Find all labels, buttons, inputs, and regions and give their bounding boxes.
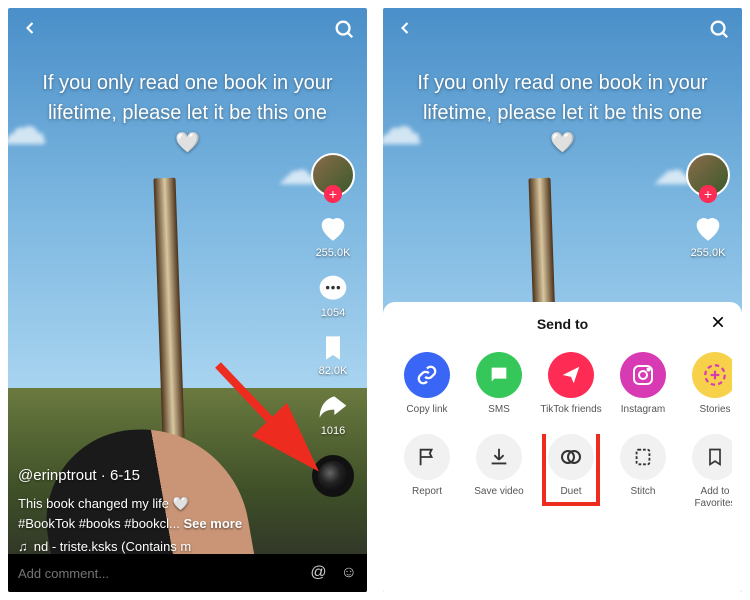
music-note-icon: ♫ (18, 539, 28, 554)
username[interactable]: @erinptrout (18, 467, 97, 484)
creator-avatar[interactable]: + (311, 153, 355, 197)
share-targets-row: Copy link SMS TikTok friends Instagram Stori… (393, 352, 732, 416)
close-icon[interactable] (710, 314, 726, 335)
share-sheet-screen: ☁ ☁ If you only read one book in your li… (383, 8, 742, 592)
sheet-header: Send to (393, 316, 732, 332)
top-bar (383, 14, 742, 49)
action-item-stitch[interactable]: Stitch (609, 434, 677, 510)
share-item-tiktok-friends[interactable]: TikTok friends (537, 352, 605, 416)
comments-button[interactable]: 1054 (317, 273, 349, 319)
share-item-instagram[interactable]: Instagram (609, 352, 677, 416)
heart-icon (691, 211, 725, 245)
like-button[interactable]: 255.0K (316, 211, 351, 259)
sound-title: nd - triste.ksks (Contains m (34, 539, 192, 554)
comment-input[interactable] (18, 566, 310, 581)
video-screen-left: ☁ ☁ If you only read one book in your li… (8, 8, 367, 592)
like-button[interactable]: 255.0K (691, 211, 726, 259)
video-caption-overlay: If you only read one book in your lifeti… (383, 68, 742, 158)
action-item-add-to-favorites[interactable]: Add to Favorites (681, 434, 732, 510)
creator-avatar[interactable]: + (686, 153, 730, 197)
like-count: 255.0K (691, 247, 726, 259)
video-caption-overlay: If you only read one book in your lifeti… (8, 68, 367, 158)
instagram-icon (620, 352, 666, 398)
follow-plus-icon[interactable]: + (699, 185, 717, 203)
share-icon (317, 391, 349, 423)
share-actions-row: Report Save video Duet Stitch Add to Favorit… (393, 434, 732, 510)
action-item-save-video[interactable]: Save video (465, 434, 533, 510)
action-label: Add to Favorites (681, 486, 732, 510)
see-more-button[interactable]: See more (184, 516, 243, 531)
search-icon[interactable] (708, 18, 730, 45)
top-bar (8, 14, 367, 49)
share-label: Copy link (406, 404, 447, 416)
action-label: Duet (560, 486, 581, 498)
share-item-copy-link[interactable]: Copy link (393, 352, 461, 416)
description-line: #BookTok #books #bookcl... (18, 516, 180, 531)
action-sidebar: + 255.0K (682, 153, 734, 259)
comment-icon (317, 273, 349, 305)
description-line: This book changed my life 🤍 (18, 496, 189, 511)
share-sheet: Send to Copy link SMS TikTok friends Instag… (383, 302, 742, 592)
like-count: 255.0K (316, 247, 351, 259)
bookmark-count: 82.0K (319, 365, 348, 377)
download-icon (476, 434, 522, 480)
action-item-duet[interactable]: Duet (537, 434, 605, 510)
action-label: Report (412, 486, 442, 498)
comment-count: 1054 (321, 307, 345, 319)
share-button[interactable]: 1016 (317, 391, 349, 437)
sms-icon (476, 352, 522, 398)
action-sidebar: + 255.0K 1054 82.0K 1016 (307, 153, 359, 497)
action-label: Stitch (630, 486, 655, 498)
share-item-sms[interactable]: SMS (465, 352, 533, 416)
back-icon[interactable] (395, 18, 415, 45)
share-label: SMS (488, 404, 510, 416)
action-item-report[interactable]: Report (393, 434, 461, 510)
share-label: Instagram (621, 404, 665, 416)
sheet-title: Send to (537, 316, 588, 332)
stitch-icon (620, 434, 666, 480)
stories-icon (692, 352, 732, 398)
search-icon[interactable] (333, 18, 355, 45)
sound-disc[interactable] (312, 455, 354, 497)
send-icon (548, 352, 594, 398)
bookmark-button[interactable]: 82.0K (319, 333, 348, 377)
heart-icon (316, 211, 350, 245)
share-count: 1016 (321, 425, 345, 437)
mention-icon[interactable]: @ (310, 564, 326, 582)
action-label: Save video (474, 486, 523, 498)
follow-plus-icon[interactable]: + (324, 185, 342, 203)
post-date: 6-15 (110, 467, 140, 484)
bookmark-icon (692, 434, 732, 480)
video-meta: @erinptrout · 6-15 This book changed my … (18, 467, 297, 554)
emoji-icon[interactable]: ☺ (341, 564, 357, 582)
bookmark-icon (319, 333, 347, 363)
share-item-stories[interactable]: Stories (681, 352, 732, 416)
comment-bar: @ ☺ (8, 554, 367, 592)
duet-icon (548, 434, 594, 480)
sound-row[interactable]: ♫ nd - triste.ksks (Contains m (18, 539, 297, 554)
back-icon[interactable] (20, 18, 40, 45)
share-label: Stories (699, 404, 730, 416)
flag-icon (404, 434, 450, 480)
link-icon (404, 352, 450, 398)
share-label: TikTok friends (540, 404, 601, 416)
